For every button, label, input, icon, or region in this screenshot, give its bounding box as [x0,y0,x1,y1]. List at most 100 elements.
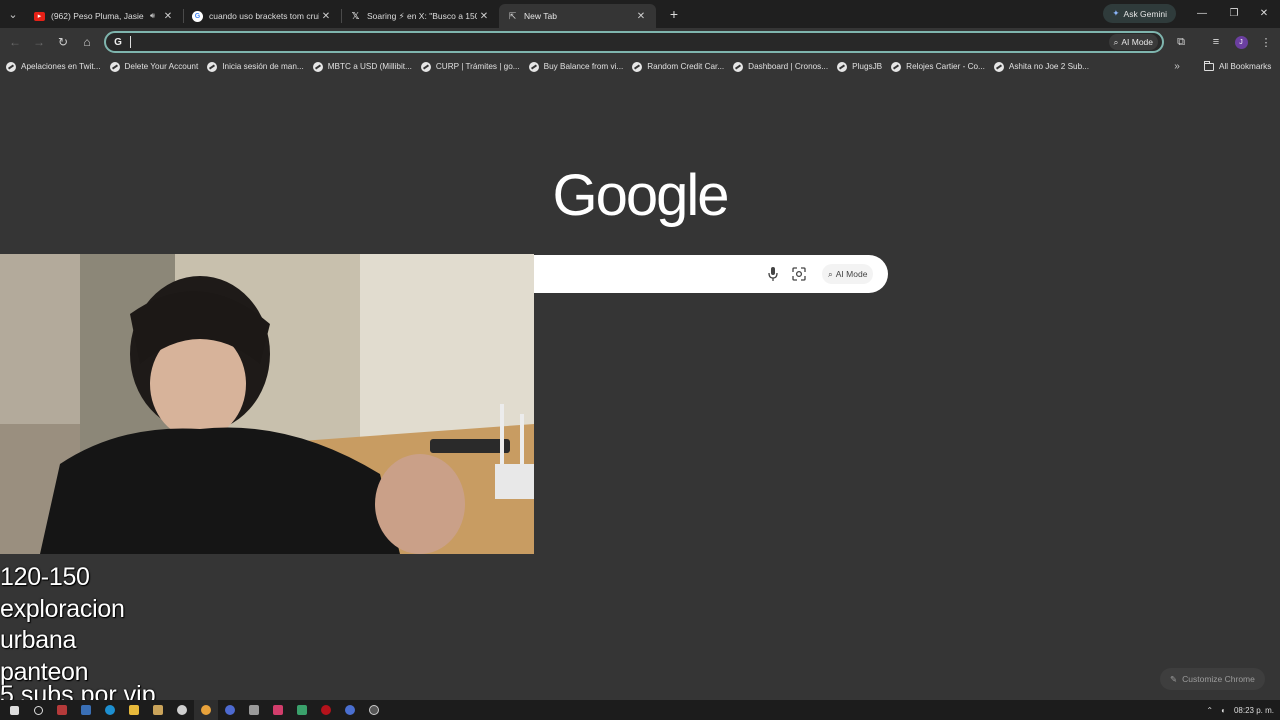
tab-title: (962) Peso Pluma, Jasiel Nu [51,11,144,21]
app-icon [297,705,307,715]
bookmark-item[interactable]: Buy Balance from vi... [528,58,623,76]
taskbar-app[interactable] [146,700,170,720]
microphone-icon[interactable] [766,266,780,282]
start-button[interactable] [2,700,26,720]
bookmark-item[interactable]: PlugsJB [837,58,882,76]
taskbar-app[interactable] [362,700,386,720]
back-button[interactable]: ← [3,30,27,54]
tab-youtube[interactable]: ▸ (962) Peso Pluma, Jasiel Nu 🔊︎ ✕ [26,4,183,28]
taskbar-app[interactable] [122,700,146,720]
taskbar-app[interactable] [98,700,122,720]
tab-x-post[interactable]: 𝕏 Soaring ⚡ en X: "Busco a 150 ✕ [342,4,499,28]
customize-label: Customize Chrome [1182,674,1255,684]
reload-button[interactable]: ↻ [51,30,75,54]
close-icon[interactable]: ✕ [319,11,333,22]
file-explorer-icon [129,705,139,715]
app-icon [81,705,91,715]
customize-chrome-button[interactable]: ✎ Customize Chrome [1160,668,1265,690]
restore-button[interactable]: ❐ [1218,0,1250,26]
taskbar-search-button[interactable] [26,700,50,720]
close-window-button[interactable]: ✕ [1248,0,1280,26]
taskbar-app-chrome[interactable] [194,700,218,720]
media-controls-button[interactable]: ≡ [1205,28,1227,56]
media-queue-icon: ≡ [1212,36,1220,48]
bookmark-item[interactable]: MBTC a USD (Millibit... [312,58,412,76]
forward-button[interactable]: → [27,30,51,54]
new-tab-button[interactable]: + [662,2,686,26]
taskbar-app[interactable] [290,700,314,720]
bookmark-item[interactable]: Random Credit Car... [632,58,724,76]
bookmarks-overflow-button[interactable]: » [1170,56,1184,77]
bookmark-item[interactable]: Relojes Cartier - Co... [891,58,985,76]
bookmark-label: PlugsJB [852,62,883,71]
all-bookmarks-label: All Bookmarks [1219,62,1272,71]
close-icon[interactable]: ✕ [634,11,648,22]
taskbar-app[interactable] [218,700,242,720]
stream-overlay-text: 120-150 exploracion urbana panteon [0,562,125,688]
address-bar[interactable]: G ⌕ AI Mode [104,31,1164,53]
globe-icon [632,61,643,72]
taskbar-app[interactable] [338,700,362,720]
tab-strip: ⌄ ▸ (962) Peso Pluma, Jasiel Nu 🔊︎ ✕ G c… [0,0,1280,28]
tab-google-search[interactable]: G cuando uso brackets tom cruise ✕ [184,4,341,28]
globe-icon [207,61,218,72]
ai-mode-button[interactable]: ⌕ AI Mode [822,264,874,284]
bookmark-label: Ashita no Joe 2 Sub... [1008,62,1089,71]
address-input[interactable] [133,36,1109,48]
close-icon[interactable]: ✕ [477,11,491,22]
tray-chevron-icon[interactable]: ⌃ [1206,706,1213,715]
bookmark-item[interactable]: Ashita no Joe 2 Sub... [993,58,1089,76]
overlay-line: 120-150 [0,563,90,591]
app-icon [273,705,283,715]
minimize-button[interactable]: — [1186,0,1218,26]
globe-icon [733,61,744,72]
youtube-icon: ▸ [34,11,45,21]
bookmark-label: Random Credit Car... [647,62,725,71]
all-bookmarks-button[interactable]: All Bookmarks [1204,56,1271,77]
globe-icon [109,61,120,72]
clock[interactable]: 08:23 p. m. [1234,706,1274,715]
app-icon [345,705,355,715]
tab-title: New Tab [524,11,557,21]
tab-search-button[interactable]: ⌄ [0,0,26,28]
ask-gemini-button[interactable]: ✦ Ask Gemini [1103,4,1176,23]
profile-button[interactable]: J [1230,28,1252,56]
home-button[interactable]: ⌂ [75,30,99,54]
bookmark-label: Dashboard | Cronos... [748,62,829,71]
app-icon [153,705,163,715]
system-tray: ⌃ ◐ 08:23 p. m. [1206,700,1274,720]
taskbar [0,700,1280,720]
network-icon[interactable]: ◐ [1221,706,1226,715]
webcam-overlay [0,254,534,554]
taskbar-app[interactable] [74,700,98,720]
ai-mode-button[interactable]: ⌕ AI Mode [1108,34,1158,50]
bookmark-item[interactable]: Apelaciones en Twit... [6,58,101,76]
bookmark-item[interactable]: Inicia sesión de man... [207,58,304,76]
taskbar-app[interactable] [170,700,194,720]
audio-icon[interactable]: 🔊︎ [150,11,155,21]
bookmark-item[interactable]: Delete Your Account [109,58,198,76]
tab-title: cuando uso brackets tom cruise [209,11,319,21]
chevron-double-right-icon: » [1174,61,1180,72]
avatar: J [1234,35,1248,49]
ai-mode-label: AI Mode [835,269,868,279]
bookmark-item[interactable]: CURP | Trámites | go... [420,58,520,76]
close-icon: ✕ [1259,7,1269,19]
close-icon[interactable]: ✕ [161,11,175,22]
taskbar-app[interactable] [242,700,266,720]
bookmark-label: Inicia sesión de man... [222,62,304,71]
extensions-button[interactable]: ⧉ [1170,28,1192,56]
bookmark-label: CURP | Trámites | go... [435,62,520,71]
overlay-line: exploracion [0,594,125,623]
tab-new-tab[interactable]: ⇱ New Tab ✕ [499,4,656,28]
windows-icon [9,705,19,715]
search-sparkle-icon: ⌕ [1113,36,1119,47]
taskbar-app[interactable] [314,700,338,720]
taskbar-app[interactable] [266,700,290,720]
bookmark-item[interactable]: Dashboard | Cronos... [733,58,828,76]
obs-icon [369,705,379,715]
lens-icon[interactable] [792,267,806,281]
taskbar-app[interactable] [50,700,74,720]
menu-button[interactable]: ⋮ [1255,28,1277,56]
puzzle-icon: ⧉ [1177,35,1185,48]
